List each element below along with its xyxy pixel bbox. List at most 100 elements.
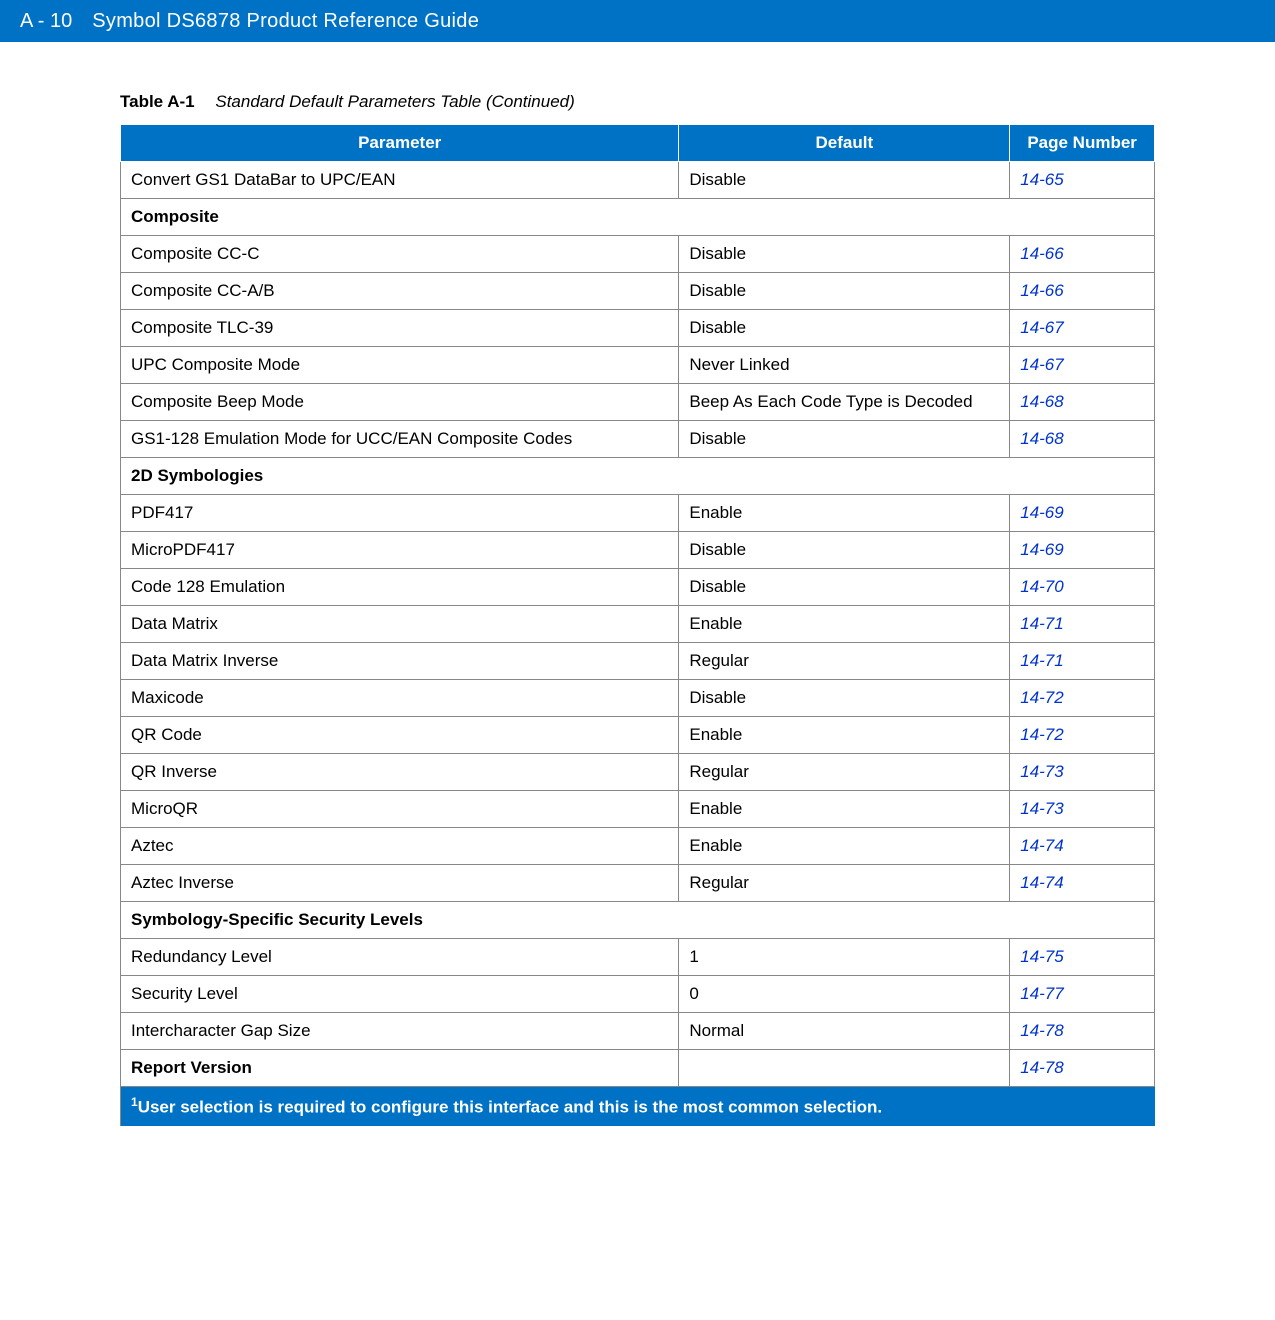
cell-parameter: MicroQR (121, 791, 679, 828)
table-row: UPC Composite ModeNever Linked14-67 (121, 347, 1155, 384)
cell-default: Regular (679, 865, 1010, 902)
cell-parameter: Data Matrix (121, 606, 679, 643)
cell-parameter: Composite TLC-39 (121, 310, 679, 347)
footnote-cell: 1User selection is required to configure… (121, 1087, 1155, 1126)
page-number: A - 10 (20, 10, 72, 33)
cell-page: 14-68 (1010, 421, 1155, 458)
cell-page: 14-72 (1010, 680, 1155, 717)
cell-parameter: Composite Beep Mode (121, 384, 679, 421)
cell-page: 14-67 (1010, 310, 1155, 347)
table-number: Table A-1 (120, 92, 195, 111)
page-link[interactable]: 14-68 (1020, 429, 1063, 448)
cell-default: Disable (679, 680, 1010, 717)
table-row: MicroPDF417Disable14-69 (121, 532, 1155, 569)
table-row: Convert GS1 DataBar to UPC/EANDisable 14-… (121, 162, 1155, 199)
table-row: GS1-128 Emulation Mode for UCC/EAN Compo… (121, 421, 1155, 458)
cell-default: Disable (679, 569, 1010, 606)
page-link[interactable]: 14-74 (1020, 873, 1063, 892)
page-link[interactable]: 14-73 (1020, 762, 1063, 781)
cell-parameter: Security Level (121, 976, 679, 1013)
page-link[interactable]: 14-72 (1020, 725, 1063, 744)
cell-parameter: QR Inverse (121, 754, 679, 791)
cell-page: 14-74 (1010, 865, 1155, 902)
cell-page: 14-73 (1010, 754, 1155, 791)
cell-parameter: UPC Composite Mode (121, 347, 679, 384)
cell-default: Enable (679, 717, 1010, 754)
cell-page: 14-78 (1010, 1050, 1155, 1087)
table-row: AztecEnable14-74 (121, 828, 1155, 865)
page-link[interactable]: 14-67 (1020, 318, 1063, 337)
cell-default: Regular (679, 643, 1010, 680)
cell-default: Disable (679, 273, 1010, 310)
page-link[interactable]: 14-72 (1020, 688, 1063, 707)
cell-page: 14-69 (1010, 495, 1155, 532)
cell-page: 14-74 (1010, 828, 1155, 865)
table-row: 2D Symbologies (121, 458, 1155, 495)
page-link[interactable]: 14-69 (1020, 503, 1063, 522)
cell-page: 14-67 (1010, 347, 1155, 384)
col-parameter: Parameter (121, 125, 679, 162)
page-link[interactable]: 14-68 (1020, 392, 1063, 411)
parameters-table: Parameter Default Page Number Convert GS… (120, 124, 1155, 1126)
page-link[interactable]: 14-70 (1020, 577, 1063, 596)
table-row: Redundancy Level1 14-75 (121, 939, 1155, 976)
table-row: MicroQREnable14-73 (121, 791, 1155, 828)
page-title: Symbol DS6878 Product Reference Guide (92, 10, 479, 33)
footnote-marker: 1 (131, 1095, 138, 1109)
table-header-row: Parameter Default Page Number (121, 125, 1155, 162)
table-caption: Table A-1 Standard Default Parameters Ta… (120, 92, 1155, 112)
table-row: Aztec InverseRegular14-74 (121, 865, 1155, 902)
cell-parameter: Composite CC-A/B (121, 273, 679, 310)
cell-parameter: Aztec (121, 828, 679, 865)
table-title: Standard Default Parameters Table (Conti… (215, 92, 574, 111)
cell-parameter: Redundancy Level (121, 939, 679, 976)
cell-parameter: Code 128 Emulation (121, 569, 679, 606)
cell-parameter: Convert GS1 DataBar to UPC/EAN (121, 162, 679, 199)
page-link[interactable]: 14-78 (1020, 1021, 1063, 1040)
cell-parameter: Intercharacter Gap Size (121, 1013, 679, 1050)
cell-page: 14-69 (1010, 532, 1155, 569)
cell-parameter: Report Version (121, 1050, 679, 1087)
table-row: Composite CC-A/BDisable 14-66 (121, 273, 1155, 310)
table-row: Symbology-Specific Security Levels (121, 902, 1155, 939)
page-header: A - 10 Symbol DS6878 Product Reference G… (0, 0, 1275, 42)
page-link[interactable]: 14-78 (1020, 1058, 1063, 1077)
cell-default: Disable (679, 236, 1010, 273)
cell-default: 1 (679, 939, 1010, 976)
page-link[interactable]: 14-74 (1020, 836, 1063, 855)
page-link[interactable]: 14-66 (1020, 281, 1063, 300)
cell-page: 14-65 (1010, 162, 1155, 199)
cell-default: Beep As Each Code Type is Decoded (679, 384, 1010, 421)
cell-default: Disable (679, 310, 1010, 347)
cell-default: Enable (679, 606, 1010, 643)
page-link[interactable]: 14-75 (1020, 947, 1063, 966)
cell-parameter: MicroPDF417 (121, 532, 679, 569)
page-link[interactable]: 14-73 (1020, 799, 1063, 818)
page-link[interactable]: 14-71 (1020, 651, 1063, 670)
section-heading: 2D Symbologies (121, 458, 1155, 495)
page-link[interactable]: 14-77 (1020, 984, 1063, 1003)
page-link[interactable]: 14-67 (1020, 355, 1063, 374)
cell-page: 14-78 (1010, 1013, 1155, 1050)
table-row: Data Matrix InverseRegular 14-71 (121, 643, 1155, 680)
cell-page: 14-71 (1010, 643, 1155, 680)
cell-page: 14-66 (1010, 273, 1155, 310)
cell-page: 14-70 (1010, 569, 1155, 606)
table-row: QR CodeEnable 14-72 (121, 717, 1155, 754)
section-heading: Symbology-Specific Security Levels (121, 902, 1155, 939)
page-link[interactable]: 14-71 (1020, 614, 1063, 633)
col-page-number: Page Number (1010, 125, 1155, 162)
cell-parameter: QR Code (121, 717, 679, 754)
page-link[interactable]: 14-66 (1020, 244, 1063, 263)
col-default: Default (679, 125, 1010, 162)
cell-default: Disable (679, 162, 1010, 199)
table-row: Security Level014-77 (121, 976, 1155, 1013)
page-link[interactable]: 14-69 (1020, 540, 1063, 559)
cell-page: 14-66 (1010, 236, 1155, 273)
table-row: Code 128 EmulationDisable 14-70 (121, 569, 1155, 606)
table-row: Composite CC-CDisable14-66 (121, 236, 1155, 273)
cell-parameter: Data Matrix Inverse (121, 643, 679, 680)
page-link[interactable]: 14-65 (1020, 170, 1063, 189)
table-row: Composite TLC-39Disable 14-67 (121, 310, 1155, 347)
table-body: Convert GS1 DataBar to UPC/EANDisable14-… (121, 162, 1155, 1126)
